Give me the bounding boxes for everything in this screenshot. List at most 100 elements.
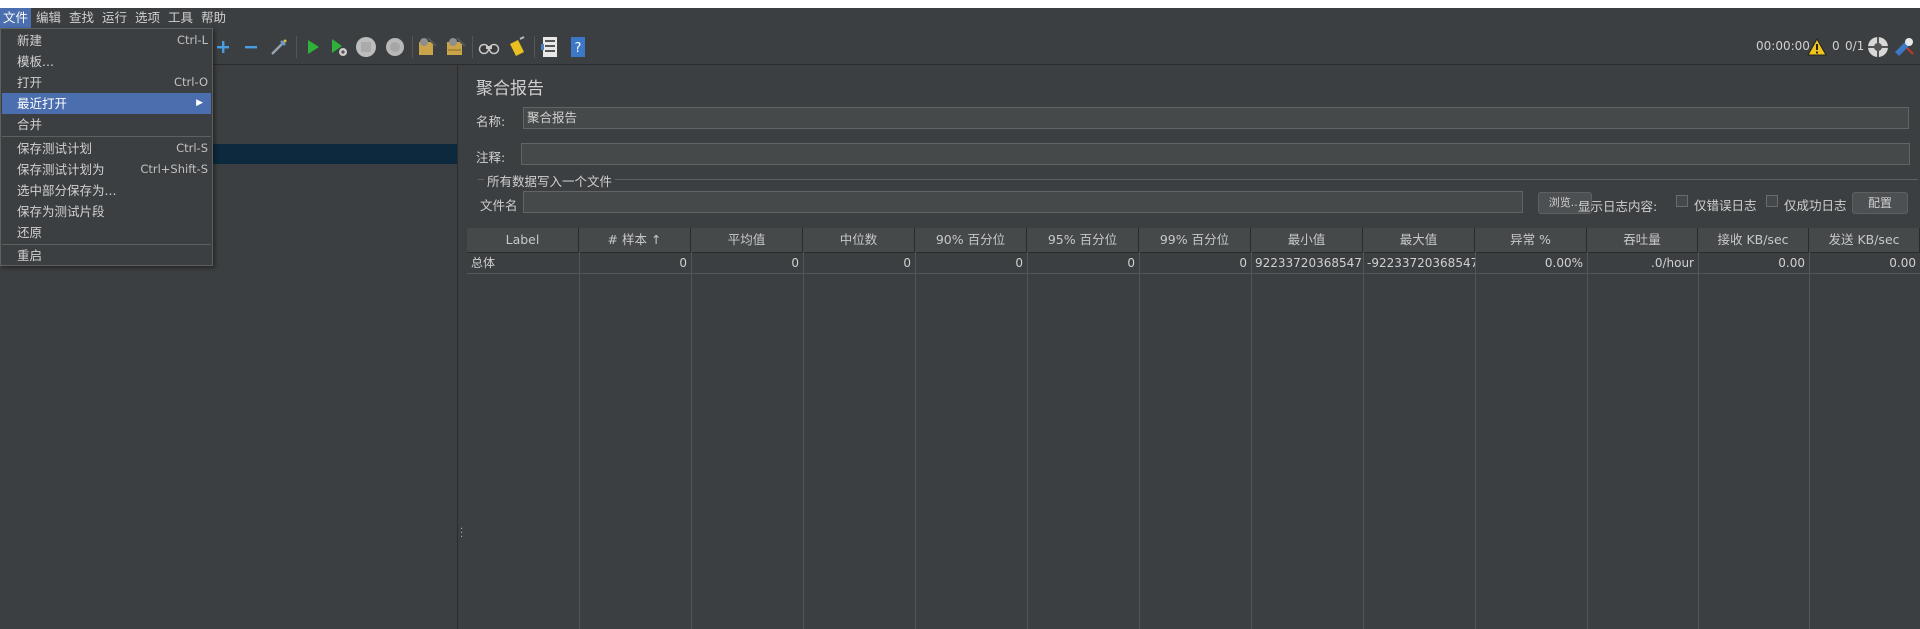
start-icon[interactable] — [302, 36, 324, 58]
menu-item-save-as-fragment[interactable]: 保存为测试片段 — [2, 201, 211, 222]
column-divider — [1027, 252, 1028, 629]
remove-icon[interactable] — [240, 36, 262, 58]
col-header-95-percentile[interactable]: 95% 百分位 — [1027, 228, 1139, 252]
column-divider — [1363, 252, 1364, 629]
elapsed-time: 00:00:00 — [1756, 39, 1810, 53]
col-header-error-pct[interactable]: 异常 % — [1475, 228, 1587, 252]
log-content-label: 显示日志内容: — [1578, 199, 1658, 214]
column-divider — [691, 252, 692, 629]
col-header-99-percentile[interactable]: 99% 百分位 — [1139, 228, 1251, 252]
menu-item-open[interactable]: 打开 Ctrl-O — [2, 72, 211, 93]
col-header-90-percentile[interactable]: 90% 百分位 — [915, 228, 1027, 252]
errors-only-label: 仅错误日志 — [1694, 198, 1757, 213]
warning-icon[interactable] — [1806, 36, 1828, 58]
menu-item-save-selection-as[interactable]: 选中部分保存为... — [2, 180, 211, 201]
col-header-received-kb[interactable]: 接收 KB/sec — [1698, 228, 1809, 252]
remote-engine-icon[interactable] — [1893, 36, 1915, 58]
cell-error-pct: 0.00% — [1544, 256, 1583, 270]
cell-throughput: .0/hour — [1651, 256, 1694, 270]
menu-item-restart[interactable]: 重启 — [2, 245, 211, 266]
reset-search-icon[interactable] — [506, 36, 528, 58]
col-header-median[interactable]: 中位数 — [803, 228, 915, 252]
configure-button[interactable]: 配置 — [1852, 192, 1908, 214]
warning-count: 0 — [1832, 39, 1840, 53]
page-title: 聚合报告 — [476, 79, 544, 99]
cell-label: 总体 — [471, 256, 496, 270]
menu-item-templates[interactable]: 模板... — [2, 51, 211, 72]
col-header-average[interactable]: 平均值 — [691, 228, 803, 252]
column-divider — [1139, 252, 1140, 629]
col-header-label[interactable]: Label — [467, 228, 579, 252]
file-group-title: 所有数据写入一个文件 — [484, 171, 616, 190]
menu-item-merge[interactable]: 合并 — [2, 114, 211, 135]
name-label: 名称: — [476, 114, 506, 129]
menu-item-recent[interactable]: 最近打开 ▶ — [2, 93, 211, 114]
menu-separator — [2, 136, 211, 137]
menu-tools[interactable]: 工具 — [165, 8, 196, 28]
stop-icon[interactable] — [355, 36, 377, 58]
column-divider — [1698, 252, 1699, 629]
splitter-grip-icon[interactable]: · · · — [460, 525, 463, 543]
success-only-label: 仅成功日志 — [1784, 198, 1847, 213]
help-icon[interactable]: ? — [567, 36, 589, 58]
add-icon[interactable] — [212, 36, 234, 58]
errors-only-checkbox[interactable] — [1676, 195, 1688, 207]
menu-item-save-plan-as[interactable]: 保存测试计划为 Ctrl+Shift-S — [2, 159, 211, 180]
menu-help[interactable]: 帮助 — [198, 8, 229, 28]
name-field[interactable]: 聚合报告 — [523, 107, 1909, 129]
start-no-pause-icon[interactable] — [328, 36, 350, 58]
menu-file[interactable]: 文件 — [0, 8, 32, 28]
menu-edit[interactable]: 编辑 — [33, 8, 64, 28]
cell-max: -92233720368547... — [1367, 256, 1475, 270]
comment-field[interactable] — [521, 143, 1910, 165]
function-helper-icon[interactable] — [539, 36, 561, 58]
col-header-max[interactable]: 最大值 — [1363, 228, 1475, 252]
svg-text:?: ? — [575, 41, 582, 56]
toolbar-separator — [472, 36, 473, 58]
filename-field[interactable] — [523, 191, 1523, 213]
column-divider — [1251, 252, 1252, 629]
column-divider — [1809, 252, 1810, 629]
menu-item-revert[interactable]: 还原 — [2, 222, 211, 243]
thread-count: 0/1 — [1845, 39, 1865, 53]
comment-label: 注释: — [476, 150, 506, 165]
cell-90-percentile: 0 — [1015, 256, 1023, 270]
menu-item-new[interactable]: 新建 Ctrl-L — [2, 30, 211, 51]
menu-item-save-plan[interactable]: 保存测试计划 Ctrl-S — [2, 138, 211, 159]
cell-min: 922337203685477... — [1255, 256, 1363, 270]
cell-99-percentile: 0 — [1239, 256, 1247, 270]
col-header-sent-kb[interactable]: 发送 KB/sec — [1809, 228, 1920, 252]
remote-start-icon[interactable] — [1867, 36, 1889, 58]
table-row[interactable]: 总体 0 0 0 0 0 0 922337203685477... -92233… — [467, 253, 1920, 274]
column-divider — [803, 252, 804, 629]
col-header-samples[interactable]: # 样本 ↑ — [579, 228, 691, 252]
clear-all-icon[interactable] — [444, 36, 466, 58]
toggle-icon[interactable] — [268, 36, 290, 58]
success-only-checkbox[interactable] — [1766, 195, 1778, 207]
col-header-throughput[interactable]: 吞吐量 — [1587, 228, 1698, 252]
shutdown-icon[interactable] — [384, 36, 406, 58]
cell-95-percentile: 0 — [1127, 256, 1135, 270]
toolbar: ? 00:00:00 0 0/1 — [0, 28, 1920, 65]
clear-icon[interactable] — [416, 36, 438, 58]
col-header-min[interactable]: 最小值 — [1251, 228, 1363, 252]
submenu-arrow-icon: ▶ — [196, 98, 203, 108]
aggregate-report-panel: 聚合报告 名称: 聚合报告 注释: 所有数据写入一个文件 文件名 浏览... 显… — [466, 65, 1920, 629]
results-table[interactable]: Label # 样本 ↑ 平均值 中位数 90% 百分位 95% 百分位 99%… — [467, 228, 1920, 629]
table-header: Label # 样本 ↑ 平均值 中位数 90% 百分位 95% 百分位 99%… — [467, 228, 1920, 253]
cell-received-kb: 0.00 — [1778, 256, 1805, 270]
cell-samples: 0 — [679, 256, 687, 270]
window-title-bar — [0, 0, 1920, 8]
menu-options[interactable]: 选项 — [132, 8, 163, 28]
menu-bar: 文件 编辑 查找 运行 选项 工具 帮助 — [0, 8, 1920, 28]
search-icon[interactable] — [478, 36, 500, 58]
menu-search[interactable]: 查找 — [66, 8, 97, 28]
cell-average: 0 — [791, 256, 799, 270]
column-divider — [1475, 252, 1476, 629]
toolbar-separator — [534, 36, 535, 58]
menu-run[interactable]: 运行 — [99, 8, 130, 28]
toolbar-separator — [412, 36, 413, 58]
column-divider — [579, 252, 580, 629]
file-menu-dropdown: 新建 Ctrl-L 模板... 打开 Ctrl-O 最近打开 ▶ 合并 保存测试计划 C… — [0, 28, 213, 266]
toolbar-separator — [296, 36, 297, 58]
